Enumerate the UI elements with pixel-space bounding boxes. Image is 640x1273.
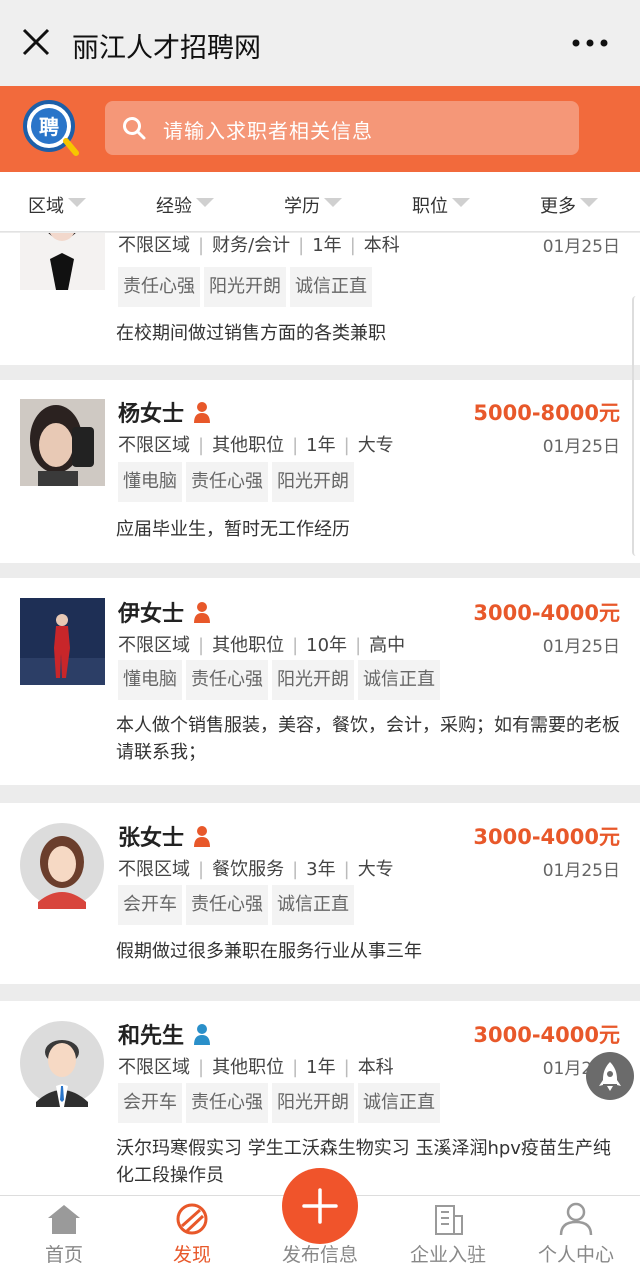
building-icon [435,1205,463,1235]
tag: 责任心强 [186,660,268,700]
rocket-icon [599,1062,621,1091]
tag: 懂电脑 [118,462,182,502]
tag-list: 懂电脑 责任心强 阳光开朗 诚信正直 [118,660,444,700]
candidate-description: 沃尔玛寒假实习 学生工沃森生物实习 玉溪泽润hpv疫苗生产纯化工段操作员 [116,1138,611,1186]
avatar [20,233,105,290]
candidate-card[interactable]: 伊女士 3000-4000元 不限区域 | 其他职位 | 10年 | 高中 01月25日 懂… [0,578,640,785]
filter-position[interactable]: 职位 [412,192,470,218]
tag: 责任心强 [186,1083,268,1123]
salary: 5000-8000元 [473,401,620,425]
tab-profile[interactable]: 个人中心 [512,1196,640,1273]
tag: 阳光开朗 [204,267,286,307]
tag: 阳光开朗 [272,462,354,502]
candidate-meta: 不限区域 | 其他职位 | 10年 | 高中 [118,635,406,656]
salary: 3000-4000元 [473,825,620,849]
title-bar: 丽江人才招聘网 [0,0,640,86]
filter-education[interactable]: 学历 [284,192,342,218]
candidate-description: 应届毕业生，暂时无工作经历 [116,519,350,540]
candidate-card[interactable]: 张女士 3000-4000元 不限区域 | 餐饮服务 | 3年 | 大专 01月25日 会开… [0,803,640,984]
tag: 诚信正直 [358,660,440,700]
more-dots-icon[interactable] [570,28,610,58]
tag: 懂电脑 [118,660,182,700]
tag: 诚信正直 [272,885,354,925]
logo-text: 聘 [39,115,59,139]
post-date: 01月25日 [542,237,620,257]
candidate-card[interactable]: 不限区域 | 财务/会计 | 1年 | 本科 01月25日 责任心强 阳光开朗 诚信正直 在校期… [0,233,640,365]
salary: 3000-4000元 [473,601,620,625]
salary: 3000-4000元 [473,1023,620,1047]
tag: 责任心强 [118,267,200,307]
post-date: 01月25日 [542,861,620,881]
tab-discover[interactable]: 发现 [128,1196,256,1273]
avatar [20,1021,104,1107]
filter-more[interactable]: 更多 [540,192,598,218]
tag: 责任心强 [186,462,268,502]
tag-list: 懂电脑 责任心强 阳光开朗 [118,462,358,502]
post-button[interactable] [282,1168,358,1244]
tab-home[interactable]: 首页 [0,1196,128,1273]
candidate-description: 本人做个销售服装，美容，餐饮，会计，采购；如有需要的老板请联系我； [116,715,620,763]
tag: 会开车 [118,1083,182,1123]
avatar [20,598,105,685]
tag: 阳光开朗 [272,1083,354,1123]
candidate-card[interactable]: 和先生 3000-4000元 不限区域 | 其他职位 | 1年 | 本科 01月25日 会开… [0,1001,640,1195]
candidate-meta: 不限区域 | 其他职位 | 1年 | 大专 [118,435,394,456]
avatar [20,399,105,486]
search-placeholder: 请输入求职者相关信息 [163,119,373,143]
app-logo-icon: 聘 [23,100,79,156]
close-icon[interactable] [20,24,52,60]
filter-region[interactable]: 区域 [28,192,86,218]
female-icon [194,826,211,847]
candidate-list: 不限区域 | 财务/会计 | 1年 | 本科 01月25日 责任心强 阳光开朗 诚信正直 在校期… [0,233,640,1195]
candidate-meta: 不限区域 | 其他职位 | 1年 | 本科 [118,1057,394,1078]
scrollbar[interactable] [632,296,640,556]
tag-list: 责任心强 阳光开朗 诚信正直 [118,267,376,307]
candidate-card[interactable]: 杨女士 5000-8000元 不限区域 | 其他职位 | 1年 | 大专 01月25日 懂电… [0,380,640,563]
dropdown-arrow-icon [580,198,598,207]
post-date: 01月25日 [542,637,620,657]
tab-company[interactable]: 企业入驻 [384,1196,512,1273]
filter-experience[interactable]: 经验 [156,192,214,218]
candidate-meta: 不限区域 | 餐饮服务 | 3年 | 大专 [118,859,394,880]
candidate-meta: 不限区域 | 财务/会计 | 1年 | 本科 [118,235,400,256]
page-title: 丽江人才招聘网 [72,33,261,64]
candidate-description: 假期做过很多兼职在服务行业从事三年 [116,941,422,962]
male-icon [194,1024,211,1045]
search-bar: 聘 请输入求职者相关信息 [0,86,640,172]
home-icon [48,1205,80,1234]
post-date: 01月25日 [542,437,620,457]
female-icon [194,402,211,423]
filter-bar: 区域 经验 学历 职位 更多 [0,172,640,232]
candidate-description: 在校期间做过销售方面的各类兼职 [116,323,386,344]
search-icon [123,117,146,140]
dropdown-arrow-icon [68,198,86,207]
dropdown-arrow-icon [452,198,470,207]
tag: 诚信正直 [290,267,372,307]
tag-list: 会开车 责任心强 诚信正直 [118,885,358,925]
tag: 会开车 [118,885,182,925]
back-to-top-button[interactable] [586,1052,634,1100]
candidate-name: 杨女士 [118,396,212,428]
candidate-name: 伊女士 [118,596,212,628]
user-icon [559,1202,593,1236]
planet-icon [176,1203,208,1235]
candidate-name: 和先生 [118,1018,212,1050]
tag: 阳光开朗 [272,660,354,700]
plus-icon [302,1188,338,1224]
female-icon [194,602,211,623]
dropdown-arrow-icon [196,198,214,207]
candidate-name: 张女士 [118,820,212,852]
avatar [20,823,104,909]
dropdown-arrow-icon [324,198,342,207]
tag: 责任心强 [186,885,268,925]
tag: 诚信正直 [358,1083,440,1123]
tag-list: 会开车 责任心强 阳光开朗 诚信正直 [118,1083,444,1123]
search-input[interactable]: 请输入求职者相关信息 [105,101,579,155]
